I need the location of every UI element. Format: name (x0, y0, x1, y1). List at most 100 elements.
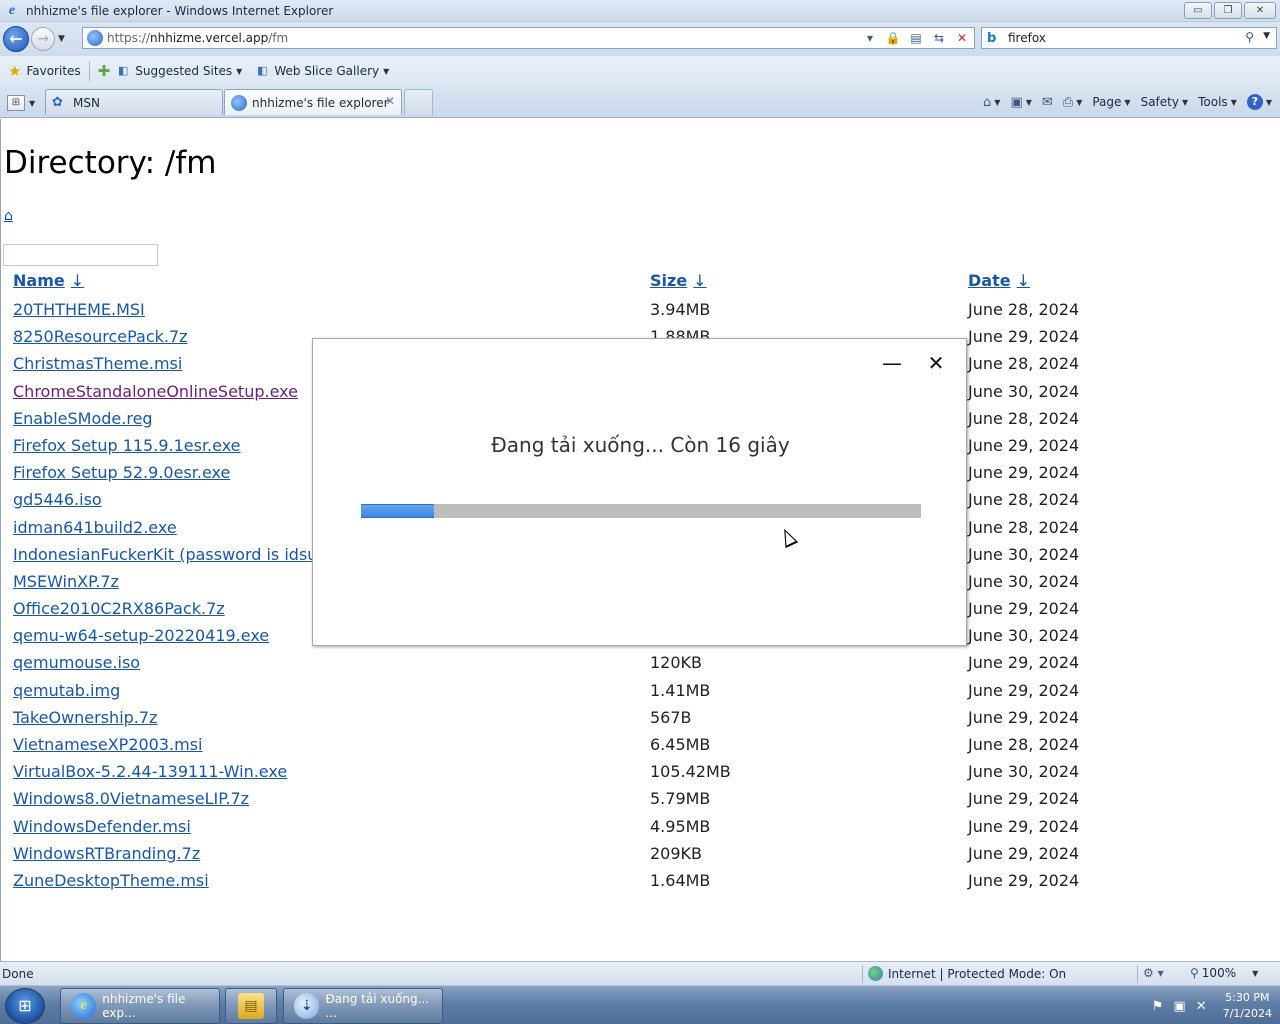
search-options-dropdown[interactable]: ▼ (1263, 31, 1270, 41)
taskbar-explorer-button[interactable]: ▤ (225, 988, 277, 1024)
tab-msn[interactable]: ✿ MSN (45, 89, 223, 115)
address-bar[interactable]: https://nhhizme.vercel.app/fm ▾ 🔒 ▤ ⇆ ✕ (82, 27, 975, 49)
back-button[interactable]: ← (3, 26, 29, 52)
taskbar-download-button[interactable]: ⇣ Đang tải xuống... ... (283, 988, 443, 1024)
file-link[interactable]: IndonesianFuckerKit (password is idsuc (13, 545, 326, 564)
file-link[interactable]: VietnameseXP2003.msi (13, 735, 203, 754)
web-slice-icon: ◧ (257, 64, 268, 77)
compatibility-view-icon[interactable]: ▤ (906, 29, 926, 47)
security-zone[interactable]: Internet | Protected Mode: On (868, 966, 1066, 981)
tools-menu[interactable]: Tools ▼ (1198, 95, 1237, 109)
file-link[interactable]: Firefox Setup 52.9.0esr.exe (13, 463, 230, 482)
chevron-down-icon: ▼ (383, 66, 390, 76)
file-date: June 30, 2024 (968, 762, 1080, 782)
file-link[interactable]: 8250ResourcePack.7z (13, 327, 188, 346)
taskbar-ie-button[interactable]: e nhhizme's file exp... (60, 988, 220, 1024)
dialog-minimize-button[interactable]: — (880, 351, 904, 375)
tab-file-explorer[interactable]: nhhizme's file explorer ✕ (224, 89, 402, 115)
file-size: 6.45MB (650, 735, 711, 754)
file-link[interactable]: idman641build2.exe (13, 518, 177, 537)
filter-input[interactable] (3, 244, 158, 266)
file-link[interactable]: Office2010C2RX86Pack.7z (13, 599, 225, 618)
name-column-header[interactable]: Name ↓ (13, 271, 84, 290)
file-date: June 28, 2024 (968, 490, 1080, 510)
file-date: June 29, 2024 (968, 680, 1080, 700)
file-date: June 28, 2024 (968, 354, 1080, 374)
date-column-header[interactable]: Date ↓ (968, 271, 1030, 290)
favorites-button[interactable]: ★ Favorites (8, 62, 81, 80)
new-tab-button[interactable] (404, 89, 433, 115)
file-link[interactable]: qemutab.img (13, 681, 120, 700)
restore-button[interactable]: ❐ (1214, 2, 1242, 19)
rss-feed-icon: ▣ (1010, 94, 1023, 110)
protected-mode-icon[interactable]: ⚙ ▾ (1143, 966, 1164, 980)
file-date: June 29, 2024 (968, 463, 1080, 483)
page-menu[interactable]: Page ▼ (1092, 95, 1130, 109)
window-title: nhhizme's file explorer - Windows Intern… (26, 3, 334, 18)
address-dropdown-icon[interactable]: ▾ (860, 29, 880, 47)
file-date: June 29, 2024 (968, 816, 1080, 836)
search-icon[interactable]: ⚲ (1245, 30, 1254, 44)
dialog-close-button[interactable]: ✕ (924, 351, 948, 375)
close-tab-icon[interactable]: ✕ (385, 94, 395, 108)
file-link[interactable]: gd5446.iso (13, 490, 102, 509)
volume-muted-icon[interactable]: ✕ (1196, 999, 1207, 1014)
window-controls: ▭ ❐ ✕ (1184, 2, 1276, 19)
help-menu[interactable]: ? ▼ (1246, 94, 1272, 110)
web-slice-gallery-item[interactable]: ◧ Web Slice Gallery ▼ (254, 64, 389, 78)
suggested-sites-item[interactable]: ◧ Suggested Sites ▼ (115, 64, 242, 78)
file-link[interactable]: WindowsDefender.msi (13, 817, 191, 836)
file-row: Windows8.0VietnameseLIP.7z 5.79MB June 29,… (1, 786, 1280, 813)
home-button[interactable]: ⌂ ▼ (983, 95, 1000, 110)
suggested-sites-icon: ◧ (118, 64, 129, 77)
file-link[interactable]: 20THTHEME.MSI (13, 300, 145, 319)
network-icon[interactable]: ▣ (1173, 999, 1185, 1014)
address-url[interactable]: https://nhhizme.vercel.app/fm (107, 31, 288, 45)
action-center-flag-icon[interactable]: ⚑ (1152, 999, 1164, 1014)
file-link[interactable]: Windows8.0VietnameseLIP.7z (13, 789, 249, 808)
download-progress-fill (361, 504, 434, 518)
minimize-button[interactable]: ▭ (1184, 2, 1212, 19)
file-date: June 30, 2024 (968, 381, 1080, 401)
file-link[interactable]: ChromeStandaloneOnlineSetup.exe (13, 382, 298, 401)
print-button[interactable]: ⎙ ▼ (1063, 95, 1083, 110)
file-date: June 29, 2024 (968, 653, 1080, 673)
file-link[interactable]: MSEWinXP.7z (13, 572, 119, 591)
file-date: June 30, 2024 (968, 626, 1080, 646)
file-size: 209KB (650, 843, 703, 863)
file-row: qemutab.img 1.41MB June 29, 2024 (1, 678, 1280, 705)
home-link[interactable]: ⌂ (4, 208, 13, 224)
forward-button[interactable]: → (31, 27, 55, 51)
tab-list-dropdown[interactable]: ▼ (29, 99, 35, 108)
search-box[interactable]: b ⚲ ▼ (981, 27, 1277, 49)
file-link[interactable]: WindowsRTBranding.7z (13, 844, 200, 863)
file-link[interactable]: VirtualBox-5.2.44-139111-Win.exe (13, 762, 287, 781)
clock[interactable]: 5:30 PM 7/1/2024 (1223, 990, 1272, 1022)
read-mail-button[interactable]: ✉ (1042, 95, 1053, 110)
size-column-header[interactable]: Size ↓ (650, 271, 707, 290)
quick-tabs-button[interactable]: ⊞ ▼ (7, 93, 43, 113)
refresh-icon[interactable]: ⇆ (929, 29, 949, 47)
add-to-favorites-icon[interactable]: ✚ (98, 62, 111, 80)
zoom-control[interactable]: ⚲ 100% ▼ (1190, 966, 1258, 980)
start-button[interactable]: ⊞ (5, 988, 45, 1024)
download-dialog: — ✕ Đang tải xuống... Còn 16 giây (312, 338, 967, 646)
feeds-button[interactable]: ▣ ▼ (1010, 95, 1031, 110)
file-link[interactable]: Firefox Setup 115.9.1esr.exe (13, 436, 241, 455)
recent-pages-dropdown[interactable]: ▼ (58, 34, 70, 44)
file-link[interactable]: qemumouse.iso (13, 653, 140, 672)
file-link[interactable]: qemu-w64-setup-20220419.exe (13, 626, 269, 645)
close-window-button[interactable]: ✕ (1244, 2, 1276, 19)
lock-icon[interactable]: 🔒 (883, 29, 903, 47)
file-link[interactable]: TakeOwnership.7z (13, 708, 157, 727)
stop-icon[interactable]: ✕ (952, 29, 972, 47)
file-size: 120KB (650, 653, 703, 673)
file-link[interactable]: ChristmasTheme.msi (13, 354, 182, 373)
file-link[interactable]: ZuneDesktopTheme.msi (13, 871, 209, 890)
address-row: ← → ▼ https://nhhizme.vercel.app/fm ▾ 🔒 … (0, 22, 1280, 56)
file-link[interactable]: EnableSMode.reg (13, 409, 153, 428)
zoom-icon: ⚲ (1190, 966, 1199, 980)
search-input[interactable] (1008, 31, 1238, 45)
file-date: June 29, 2024 (968, 843, 1080, 863)
safety-menu[interactable]: Safety ▼ (1141, 95, 1189, 109)
